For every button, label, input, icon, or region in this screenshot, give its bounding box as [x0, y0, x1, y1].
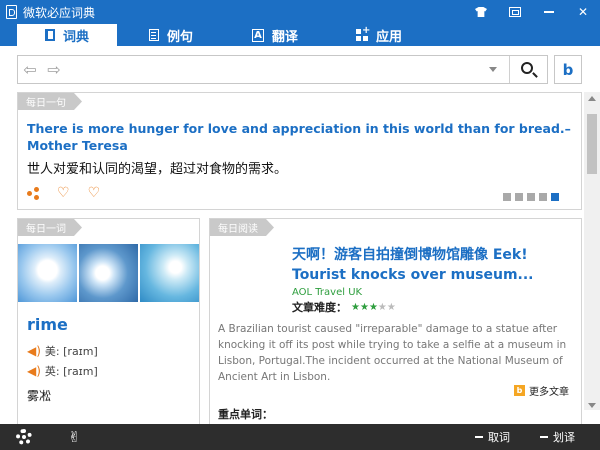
article-difficulty: 文章难度： ★★★★★ [292, 299, 396, 315]
pin-icon[interactable]: ✌ [68, 428, 81, 446]
pager-dot[interactable] [515, 193, 523, 201]
uk-phonetic: 英: [raɪm] [44, 365, 98, 378]
daily-sentence-label: 每日一句 [18, 93, 82, 110]
star-empty-icon: ★ [377, 301, 387, 313]
bing-dictionary-logo-icon [6, 5, 17, 19]
rime-crystal-image[interactable] [79, 244, 138, 302]
star-filled-icon: ★ [351, 301, 360, 313]
history-dropdown-icon[interactable] [489, 67, 497, 72]
pager-dot[interactable] [503, 193, 511, 201]
gear-icon[interactable] [16, 429, 32, 445]
key-words-heading: 重点单词： [218, 408, 273, 421]
rime-tree-image[interactable] [18, 244, 77, 302]
difficulty-stars: ★★★★★ [351, 302, 396, 313]
tab-examples[interactable]: 例句 [121, 24, 221, 46]
star-filled-icon: ★ [368, 301, 378, 313]
bing-b-icon: b [514, 385, 525, 396]
heart-icon[interactable]: ♡ [57, 186, 70, 200]
pager-dot[interactable] [539, 193, 547, 201]
rime-frost-image[interactable] [140, 244, 199, 302]
article-excerpt: A Brazilian tourist caused "irreparable"… [218, 323, 567, 383]
restore-icon [509, 7, 521, 17]
arrow-right-icon: ⇨ [47, 60, 61, 79]
daily-reading-panel: 每日阅读 天啊！游客自拍撞倒博物馆雕像 Eek! Tourist knocks … [209, 218, 582, 424]
forward-button[interactable]: ⇨ [42, 56, 66, 83]
uk-pronunciation[interactable]: ◀) 英: [raɪm] [27, 363, 98, 379]
close-button[interactable]: ✕ [566, 0, 600, 24]
search-input[interactable] [66, 56, 489, 83]
apps-icon [355, 25, 370, 41]
skin-button[interactable] [464, 0, 498, 24]
select-translate-label: 划译 [553, 431, 575, 444]
back-button[interactable]: ⇦ [18, 56, 42, 83]
document-icon [148, 29, 159, 41]
window-controls: ✕ [464, 0, 600, 24]
bottom-bar: ✌ 取词 划译 [0, 424, 600, 450]
more-articles-label: 更多文章 [529, 387, 569, 398]
close-icon: ✕ [577, 5, 589, 19]
mini-mode-button[interactable] [498, 0, 532, 24]
star-empty-icon: ★ [386, 301, 396, 313]
toggle-off-icon [540, 436, 548, 438]
more-articles-link[interactable]: b 更多文章 [514, 383, 569, 398]
difficulty-label: 文章难度： [292, 301, 347, 314]
tab-dictionary[interactable]: 词典 [17, 24, 117, 46]
scroll-up-arrow-icon[interactable] [588, 96, 596, 101]
bing-search-button[interactable]: b [554, 55, 582, 84]
minimize-icon [544, 11, 554, 13]
scroll-down-arrow-icon[interactable] [588, 403, 596, 408]
sentence-actions: ♡ ♡ [27, 186, 100, 200]
us-phonetic: 美: [raɪm] [44, 345, 98, 358]
search-icon [521, 62, 533, 74]
tab-bar: 词典 例句 A 翻译 应用 [0, 24, 600, 46]
sentence-pager [503, 193, 559, 201]
search-bar: ⇦ ⇨ [17, 55, 548, 84]
daily-word[interactable]: rime [27, 315, 68, 334]
app-title: 微软必应词典 [23, 5, 96, 20]
pager-dot[interactable] [527, 193, 535, 201]
tab-label: 词典 [62, 29, 89, 45]
sentence-english[interactable]: There is more hunger for love and apprec… [27, 120, 575, 154]
sentence-chinese: 世人对爱和认同的渴望，超过对食物的需求。 [27, 162, 288, 177]
tab-label: 翻译 [271, 29, 298, 45]
translate-icon: A [252, 28, 264, 42]
article-title[interactable]: 天啊！游客自拍撞倒博物馆雕像 Eek! Tourist knocks over … [292, 245, 562, 285]
tab-translate[interactable]: A 翻译 [225, 24, 325, 46]
daily-word-panel: 每日一词 rime ◀) 美: [raɪm] ◀) 英: [raɪm] 雾凇 [17, 218, 200, 424]
word-pick-label: 取词 [488, 431, 510, 444]
tab-label: 例句 [166, 29, 193, 45]
book-icon [44, 29, 55, 41]
daily-sentence-panel: 每日一句 There is more hunger for love and a… [17, 92, 582, 210]
word-meaning: 雾凇 [27, 389, 52, 403]
select-translate-toggle[interactable]: 划译 [540, 429, 575, 445]
toggle-off-icon [475, 436, 483, 438]
pager-dot-active[interactable] [551, 193, 559, 201]
tab-label: 应用 [375, 29, 402, 45]
shirt-icon [475, 7, 487, 17]
article-source: AOL Travel UK [292, 287, 363, 298]
minimize-button[interactable] [532, 0, 566, 24]
arrow-left-icon: ⇦ [23, 60, 37, 79]
bing-logo-icon: b [562, 60, 574, 79]
word-pick-toggle[interactable]: 取词 [475, 429, 510, 445]
speaker-icon[interactable]: ◀) [27, 344, 41, 358]
share-icon[interactable] [27, 187, 39, 200]
title-bar: 微软必应词典 ✕ [0, 0, 600, 24]
speaker-icon[interactable]: ◀) [27, 364, 41, 378]
us-pronunciation[interactable]: ◀) 美: [raɪm] [27, 343, 98, 359]
daily-word-label: 每日一词 [18, 219, 82, 236]
tab-apps[interactable]: 应用 [329, 24, 429, 46]
daily-reading-label: 每日阅读 [210, 219, 274, 236]
word-images [18, 244, 199, 302]
search-button[interactable] [509, 56, 547, 83]
star-filled-icon: ★ [359, 301, 369, 313]
scrollbar-thumb[interactable] [587, 114, 597, 174]
broken-heart-icon[interactable]: ♡ [88, 186, 101, 200]
